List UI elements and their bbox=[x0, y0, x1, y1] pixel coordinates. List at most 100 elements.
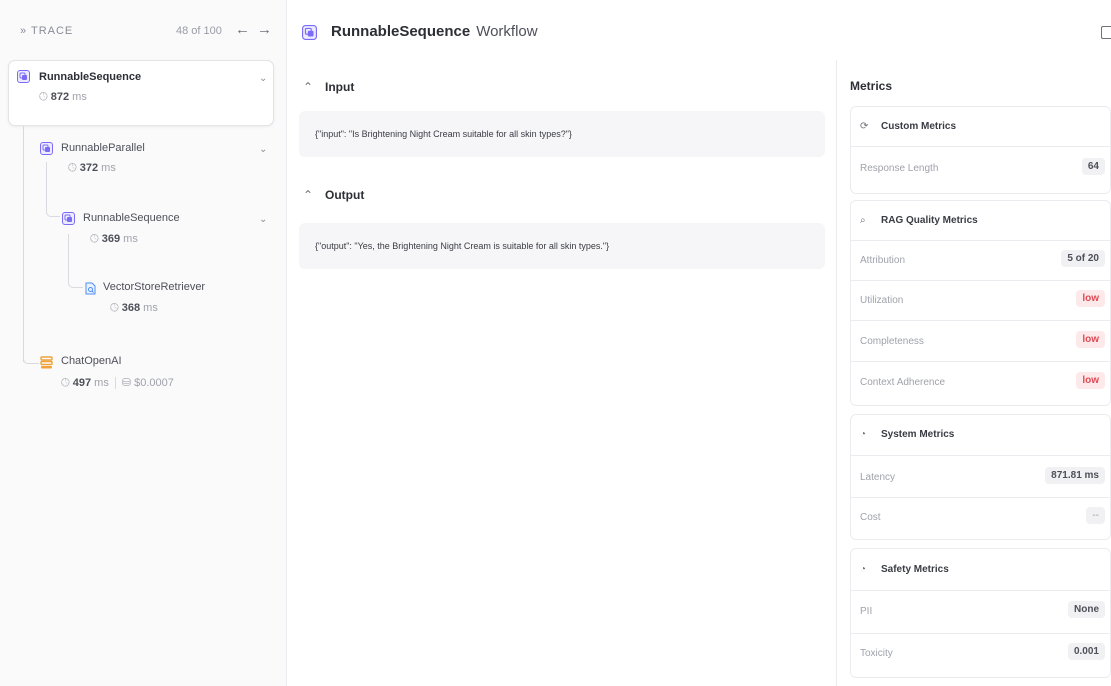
metrics-title: Metrics bbox=[850, 79, 893, 93]
document-search-icon bbox=[85, 282, 96, 295]
chevron-up-icon: ⌃ bbox=[303, 80, 314, 94]
metric-label: Context Adherence bbox=[860, 377, 946, 388]
duration-value: 369 bbox=[101, 233, 121, 245]
tree-connector bbox=[68, 234, 83, 288]
custom-metrics-card bbox=[850, 106, 1111, 194]
metric-value: 64 bbox=[1081, 158, 1105, 175]
metric-label: Attribution bbox=[860, 255, 906, 266]
stacked-squares-icon bbox=[17, 70, 30, 83]
duration-unit: ms bbox=[69, 91, 87, 103]
tree-connector bbox=[46, 162, 60, 217]
divider bbox=[836, 60, 837, 686]
card-title: Custom Metrics bbox=[881, 121, 957, 132]
chevron-down-icon[interactable]: ⌄ bbox=[259, 73, 267, 84]
metric-label: Cost bbox=[860, 512, 881, 523]
trace-header: » TRACE 48 of 100 ← → bbox=[0, 0, 287, 62]
divider bbox=[114, 377, 116, 390]
node-name[interactable]: RunnableSequence bbox=[83, 212, 180, 224]
metric-value-badge-low: low bbox=[1076, 372, 1105, 389]
metric-value: -- bbox=[1086, 507, 1105, 524]
clock-icon: 🕓︎ bbox=[61, 377, 70, 389]
card-title: System Metrics bbox=[881, 429, 955, 440]
tree-connector bbox=[23, 140, 24, 362]
duration-value: 872 bbox=[50, 91, 70, 103]
node-duration: 🕓︎ 368 ms bbox=[110, 302, 158, 315]
gauge-icon: ◔ bbox=[860, 429, 867, 440]
system-metrics-header: ◔ System Metrics bbox=[860, 429, 954, 440]
output-label: Output bbox=[325, 188, 365, 202]
card-title: RAG Quality Metrics bbox=[881, 215, 978, 226]
metric-value: None bbox=[1068, 601, 1105, 618]
trace-position: 48 of 100 bbox=[176, 25, 222, 37]
divider bbox=[850, 240, 1111, 241]
chevron-down-icon[interactable]: ⌄ bbox=[259, 144, 267, 155]
node-name[interactable]: RunnableParallel bbox=[61, 142, 145, 154]
duration-value: 368 bbox=[121, 302, 141, 314]
node-duration: 🕓︎ 497 ms ⛁ $0.0007 bbox=[61, 376, 174, 390]
rag-quality-metrics-header: ⌕ RAG Quality Metrics bbox=[860, 215, 978, 226]
input-content: {"input": "Is Brightening Night Cream su… bbox=[299, 111, 825, 157]
metric-label: Toxicity bbox=[860, 648, 893, 659]
node-cost: $0.0007 bbox=[134, 377, 174, 389]
gauge-icon: ◔ bbox=[860, 564, 867, 575]
workflow-type: Workflow bbox=[476, 23, 538, 40]
metric-label: PII bbox=[860, 606, 873, 617]
panel-toggle-icon[interactable] bbox=[1101, 26, 1111, 39]
safety-metrics-header: ◔ Safety Metrics bbox=[860, 564, 949, 575]
divider bbox=[850, 633, 1111, 634]
node-duration: 🕓︎ 872 ms bbox=[39, 91, 87, 104]
page-title: RunnableSequence Workflow bbox=[331, 23, 538, 40]
tree-connector bbox=[23, 126, 36, 150]
duration-unit: ms bbox=[140, 302, 158, 314]
workflow-name: RunnableSequence bbox=[331, 23, 471, 40]
stacked-squares-icon bbox=[302, 25, 317, 40]
clock-icon: 🕓︎ bbox=[68, 162, 77, 174]
node-name[interactable]: VectorStoreRetriever bbox=[103, 281, 205, 293]
tree-connector bbox=[23, 352, 39, 364]
duration-unit: ms bbox=[120, 233, 138, 245]
metric-label: Completeness bbox=[860, 336, 924, 347]
stacked-squares-icon bbox=[40, 142, 53, 155]
trace-panel: » TRACE 48 of 100 ← → RunnableSequence 🕓… bbox=[0, 0, 287, 686]
custom-metrics-header: ⟳ Custom Metrics bbox=[860, 121, 956, 132]
output-section-toggle[interactable]: ⌃ Output bbox=[303, 188, 364, 202]
duration-value: 372 bbox=[79, 162, 99, 174]
chevron-down-icon[interactable]: ⌄ bbox=[259, 214, 267, 225]
metric-label: Utilization bbox=[860, 295, 904, 306]
metric-label: Response Length bbox=[860, 163, 939, 174]
divider bbox=[850, 320, 1111, 321]
divider bbox=[850, 146, 1111, 147]
node-duration: 🕓︎ 372 ms bbox=[68, 162, 116, 175]
divider bbox=[850, 590, 1111, 591]
duration-value: 497 bbox=[72, 377, 92, 389]
metric-value-badge-low: low bbox=[1076, 331, 1105, 348]
metric-value: 5 of 20 bbox=[1061, 250, 1105, 267]
duration-unit: ms bbox=[91, 377, 109, 389]
input-label: Input bbox=[325, 80, 355, 94]
metric-label: Latency bbox=[860, 472, 896, 483]
card-title: Safety Metrics bbox=[881, 564, 949, 575]
divider bbox=[850, 280, 1111, 281]
metric-value-badge-low: low bbox=[1076, 290, 1105, 307]
divider bbox=[850, 497, 1111, 498]
stacked-squares-icon bbox=[62, 212, 75, 225]
duration-unit: ms bbox=[98, 162, 116, 174]
output-content: {"output": "Yes, the Brightening Night C… bbox=[299, 223, 825, 269]
divider bbox=[850, 361, 1111, 362]
metric-value: 871.81 ms bbox=[1045, 467, 1105, 484]
metric-value: 0.001 bbox=[1067, 643, 1105, 660]
database-icon bbox=[40, 356, 53, 369]
node-name[interactable]: ChatOpenAI bbox=[61, 355, 122, 367]
next-trace-arrow-icon[interactable]: → bbox=[257, 21, 272, 38]
custom-metrics-icon: ⟳ bbox=[860, 121, 869, 132]
divider bbox=[850, 455, 1111, 456]
document-search-icon: ⌕ bbox=[860, 215, 866, 226]
chevron-up-icon: ⌃ bbox=[303, 188, 314, 202]
coins-icon: ⛁ bbox=[121, 377, 132, 389]
input-section-toggle[interactable]: ⌃ Input bbox=[303, 80, 354, 94]
clock-icon: 🕓︎ bbox=[110, 302, 119, 314]
node-name: RunnableSequence bbox=[39, 71, 142, 83]
previous-trace-arrow-icon[interactable]: ← bbox=[235, 21, 250, 38]
node-duration: 🕓︎ 369 ms bbox=[90, 233, 138, 246]
clock-icon: 🕓︎ bbox=[39, 91, 48, 103]
